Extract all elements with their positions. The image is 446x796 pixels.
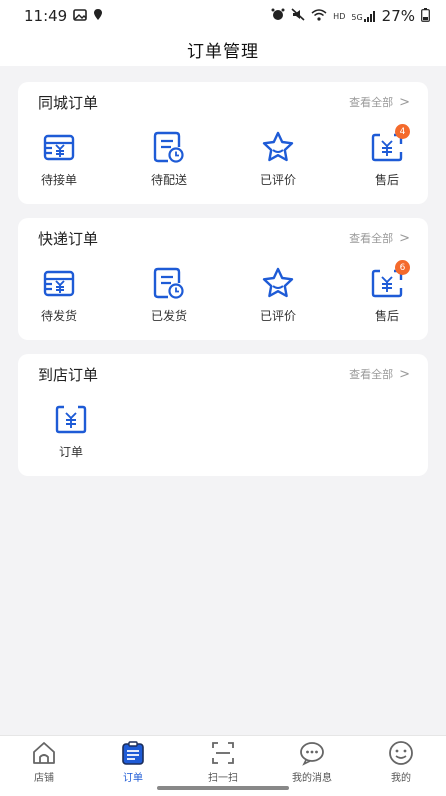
wallet-yuan-icon <box>42 130 76 164</box>
item-label: 待接单 <box>40 173 77 187</box>
section-card-in-store: 到店订单 查看全部 > 订单 <box>18 354 428 476</box>
signal-type-label: 5G <box>351 12 363 22</box>
mute-icon <box>291 8 305 24</box>
nav-item-messages[interactable]: 我的消息 <box>272 740 352 784</box>
nav-label: 订单 <box>123 773 143 784</box>
scan-icon <box>212 742 234 764</box>
order-icon <box>122 741 144 765</box>
page-title: 订单管理 <box>187 41 259 62</box>
see-all-label: 查看全部 <box>349 96 394 109</box>
order-status-item[interactable]: 待接单 <box>24 130 94 192</box>
count-badge: 6 <box>395 260 410 275</box>
section-card-express: 快递订单 查看全部 > 待发货 已发货 已评价 6 售后 <box>18 218 428 340</box>
alarm-icon <box>271 8 285 24</box>
wifi-icon <box>311 8 327 24</box>
section-title: 同城订单 <box>38 93 99 112</box>
yuan-refund-icon: 6 <box>370 260 410 300</box>
star-icon <box>261 130 295 164</box>
battery-percent: 27% <box>381 7 415 25</box>
chevron-right-icon: > <box>399 366 410 382</box>
home-indicator[interactable] <box>157 786 289 790</box>
item-label: 已评价 <box>259 173 296 187</box>
status-time: 11:49 <box>24 7 68 25</box>
order-status-item[interactable]: 4 售后 <box>352 124 422 192</box>
order-status-item[interactable]: 待发货 <box>24 266 94 328</box>
item-label: 已评价 <box>259 309 296 323</box>
nav-label: 我的 <box>391 773 411 784</box>
nav-item-scan[interactable]: 扫一扫 <box>183 740 263 784</box>
section-title: 快递订单 <box>38 229 99 248</box>
item-label: 售后 <box>374 173 399 187</box>
battery-icon <box>421 7 430 25</box>
nav-item-orders[interactable]: 订单 <box>93 740 173 784</box>
status-bar: 11:49 HD 5G 27% <box>0 0 446 32</box>
section-card-same-city: 同城订单 查看全部 > 待接单 待配送 已评价 4 售后 <box>18 82 428 204</box>
order-status-item[interactable]: 已发货 <box>134 266 204 328</box>
header-bar: 订单管理 <box>0 32 446 66</box>
wallet-yuan-icon <box>42 266 76 300</box>
nav-label: 店铺 <box>34 773 54 784</box>
see-all-link[interactable]: 查看全部 > <box>349 366 410 382</box>
chevron-right-icon: > <box>399 94 410 110</box>
network-type-label: HD <box>333 11 346 21</box>
yuan-refund-icon: 4 <box>370 124 410 164</box>
gallery-icon <box>73 8 88 24</box>
item-label: 售后 <box>374 309 399 323</box>
document-clock-icon <box>152 266 186 300</box>
nav-label: 我的消息 <box>292 773 332 784</box>
see-all-link[interactable]: 查看全部 > <box>349 94 410 110</box>
message-icon <box>300 742 324 766</box>
order-status-item[interactable]: 已评价 <box>243 130 313 192</box>
count-badge: 4 <box>395 124 410 139</box>
see-all-label: 查看全部 <box>349 368 394 381</box>
order-status-item[interactable]: 已评价 <box>243 266 313 328</box>
yuan-order-icon <box>54 402 88 436</box>
order-status-item[interactable]: 6 售后 <box>352 260 422 328</box>
nav-item-profile[interactable]: 我的 <box>361 740 441 784</box>
document-clock-icon <box>152 130 186 164</box>
profile-icon <box>389 741 413 765</box>
order-status-item[interactable]: 待配送 <box>134 130 204 192</box>
item-label: 待发货 <box>40 309 77 323</box>
shop-icon <box>33 742 55 764</box>
see-all-label: 查看全部 <box>349 232 394 245</box>
chevron-right-icon: > <box>399 230 410 246</box>
star-icon <box>261 266 295 300</box>
item-label: 已发货 <box>150 309 187 323</box>
see-all-link[interactable]: 查看全部 > <box>349 230 410 246</box>
nav-item-shop[interactable]: 店铺 <box>4 740 84 784</box>
location-pin-icon <box>93 8 103 24</box>
section-title: 到店订单 <box>38 365 99 384</box>
nav-label: 扫一扫 <box>208 773 238 784</box>
order-status-item[interactable]: 订单 <box>36 402 106 464</box>
signal-icon: 5G <box>351 10 375 22</box>
item-label: 待配送 <box>150 173 187 187</box>
item-label: 订单 <box>58 445 83 459</box>
